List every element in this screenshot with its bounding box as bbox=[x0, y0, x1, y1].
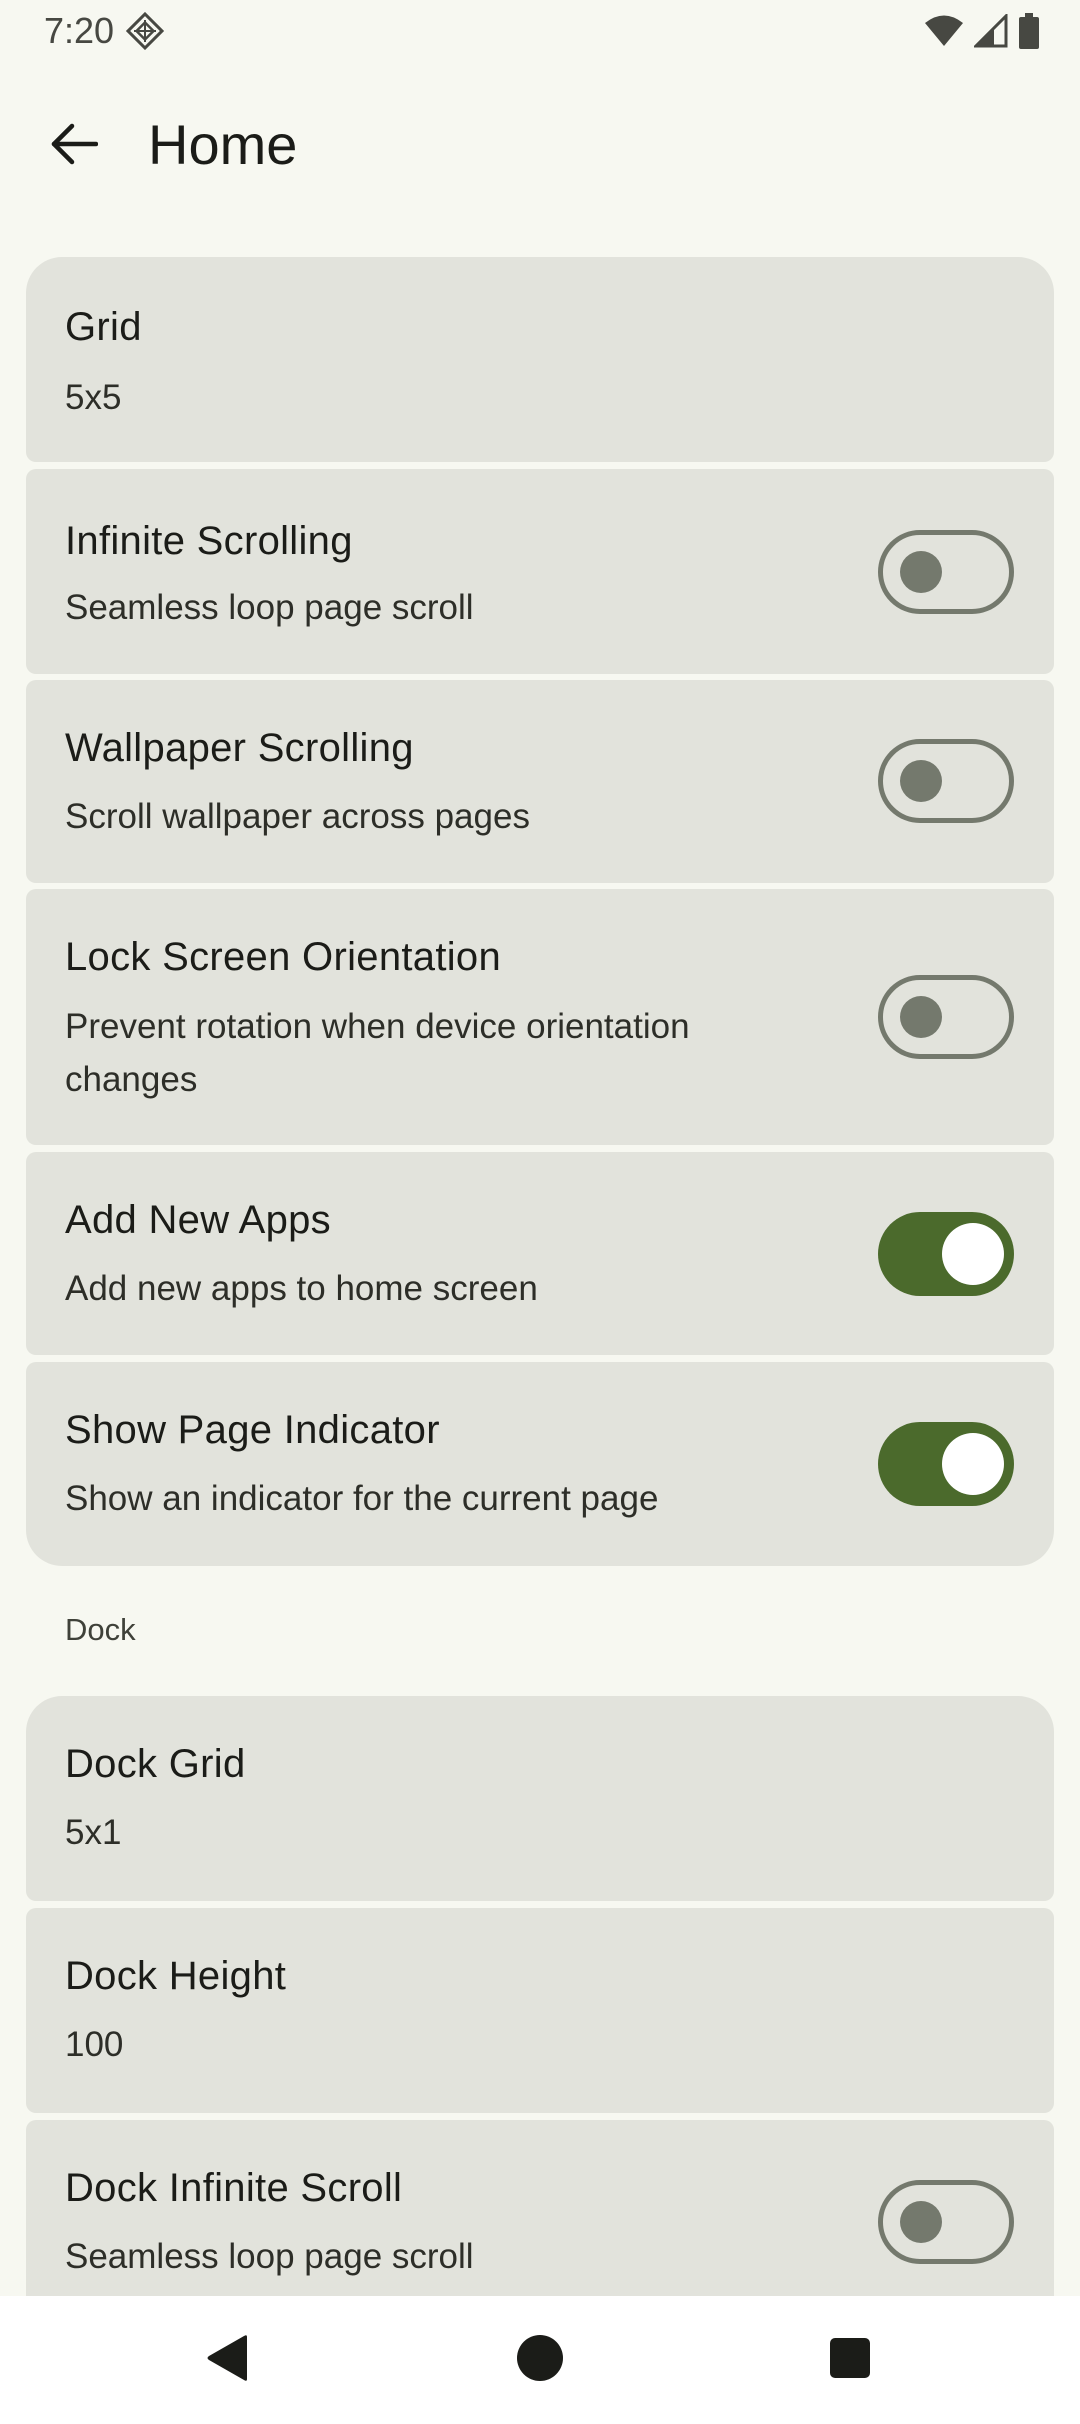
battery-icon bbox=[1018, 13, 1040, 49]
setting-title: Dock Height bbox=[65, 1954, 287, 1998]
setting-subtitle: Seamless loop page scroll bbox=[65, 2237, 474, 2276]
setting-page-indicator[interactable]: Show Page Indicator Show an indicator fo… bbox=[26, 1362, 1054, 1566]
switch-knob bbox=[942, 1223, 1004, 1285]
status-icons bbox=[924, 12, 1040, 50]
nav-back-icon bbox=[205, 2333, 251, 2388]
back-button[interactable] bbox=[30, 110, 118, 182]
nav-back-button[interactable] bbox=[188, 2320, 268, 2400]
setting-title: Infinite Scrolling bbox=[65, 519, 353, 563]
setting-subtitle: Seamless loop page scroll bbox=[65, 588, 474, 627]
setting-infinite-scrolling[interactable]: Infinite Scrolling Seamless loop page sc… bbox=[26, 469, 1054, 674]
add-new-apps-switch[interactable] bbox=[878, 1212, 1014, 1296]
nav-home-icon bbox=[516, 2334, 564, 2387]
switch-knob bbox=[900, 760, 942, 802]
page-indicator-switch[interactable] bbox=[878, 1422, 1014, 1506]
setting-title: Grid bbox=[65, 305, 142, 349]
setting-title: Show Page Indicator bbox=[65, 1408, 440, 1452]
setting-add-new-apps[interactable]: Add New Apps Add new apps to home screen bbox=[26, 1152, 1054, 1355]
lock-orientation-switch[interactable] bbox=[878, 975, 1014, 1059]
setting-subtitle: Scroll wallpaper across pages bbox=[65, 797, 530, 836]
setting-wallpaper-scrolling[interactable]: Wallpaper Scrolling Scroll wallpaper acr… bbox=[26, 680, 1054, 883]
signal-icon bbox=[974, 14, 1008, 48]
switch-knob bbox=[900, 996, 942, 1038]
nav-home-button[interactable] bbox=[500, 2320, 580, 2400]
switch-knob bbox=[900, 551, 942, 593]
nav-recents-icon bbox=[829, 2337, 871, 2384]
section-header-dock: Dock bbox=[65, 1612, 136, 1647]
switch-knob bbox=[900, 2201, 942, 2243]
nav-recents-button[interactable] bbox=[810, 2320, 890, 2400]
dock-infinite-scroll-switch[interactable] bbox=[878, 2180, 1014, 2264]
app-bar: Home bbox=[0, 90, 1080, 202]
setting-title: Dock Grid bbox=[65, 1742, 246, 1786]
setting-value: 5x5 bbox=[65, 378, 122, 417]
setting-title: Lock Screen Orientation bbox=[65, 935, 502, 979]
setting-lock-orientation[interactable]: Lock Screen Orientation Prevent rotation… bbox=[26, 889, 1054, 1145]
setting-title: Dock Infinite Scroll bbox=[65, 2166, 403, 2210]
screen: 7:20 Home Grid 5x5 Infinite Scrolling Se… bbox=[0, 0, 1080, 2424]
infinite-scrolling-switch[interactable] bbox=[878, 530, 1014, 614]
wifi-icon bbox=[924, 14, 964, 48]
setting-title: Wallpaper Scrolling bbox=[65, 726, 414, 770]
notification-icon bbox=[125, 11, 165, 51]
page-title: Home bbox=[148, 113, 298, 176]
status-bar: 7:20 bbox=[0, 0, 1080, 64]
setting-subtitle: Prevent rotation when device orientation… bbox=[65, 1007, 690, 1099]
arrow-back-icon bbox=[50, 122, 99, 171]
setting-subtitle: Show an indicator for the current page bbox=[65, 1479, 659, 1518]
status-time: 7:20 bbox=[44, 10, 115, 51]
setting-value: 5x1 bbox=[65, 1813, 122, 1852]
setting-subtitle: Add new apps to home screen bbox=[65, 1269, 538, 1308]
setting-title: Add New Apps bbox=[65, 1198, 331, 1242]
switch-knob bbox=[942, 1433, 1004, 1495]
setting-dock-grid[interactable]: Dock Grid 5x1 bbox=[26, 1696, 1054, 1901]
wallpaper-scrolling-switch[interactable] bbox=[878, 739, 1014, 823]
setting-dock-height[interactable]: Dock Height 100 bbox=[26, 1908, 1054, 2113]
setting-grid[interactable]: Grid 5x5 bbox=[26, 257, 1054, 462]
setting-value: 100 bbox=[65, 2025, 124, 2064]
system-navigation-bar bbox=[0, 2296, 1080, 2424]
